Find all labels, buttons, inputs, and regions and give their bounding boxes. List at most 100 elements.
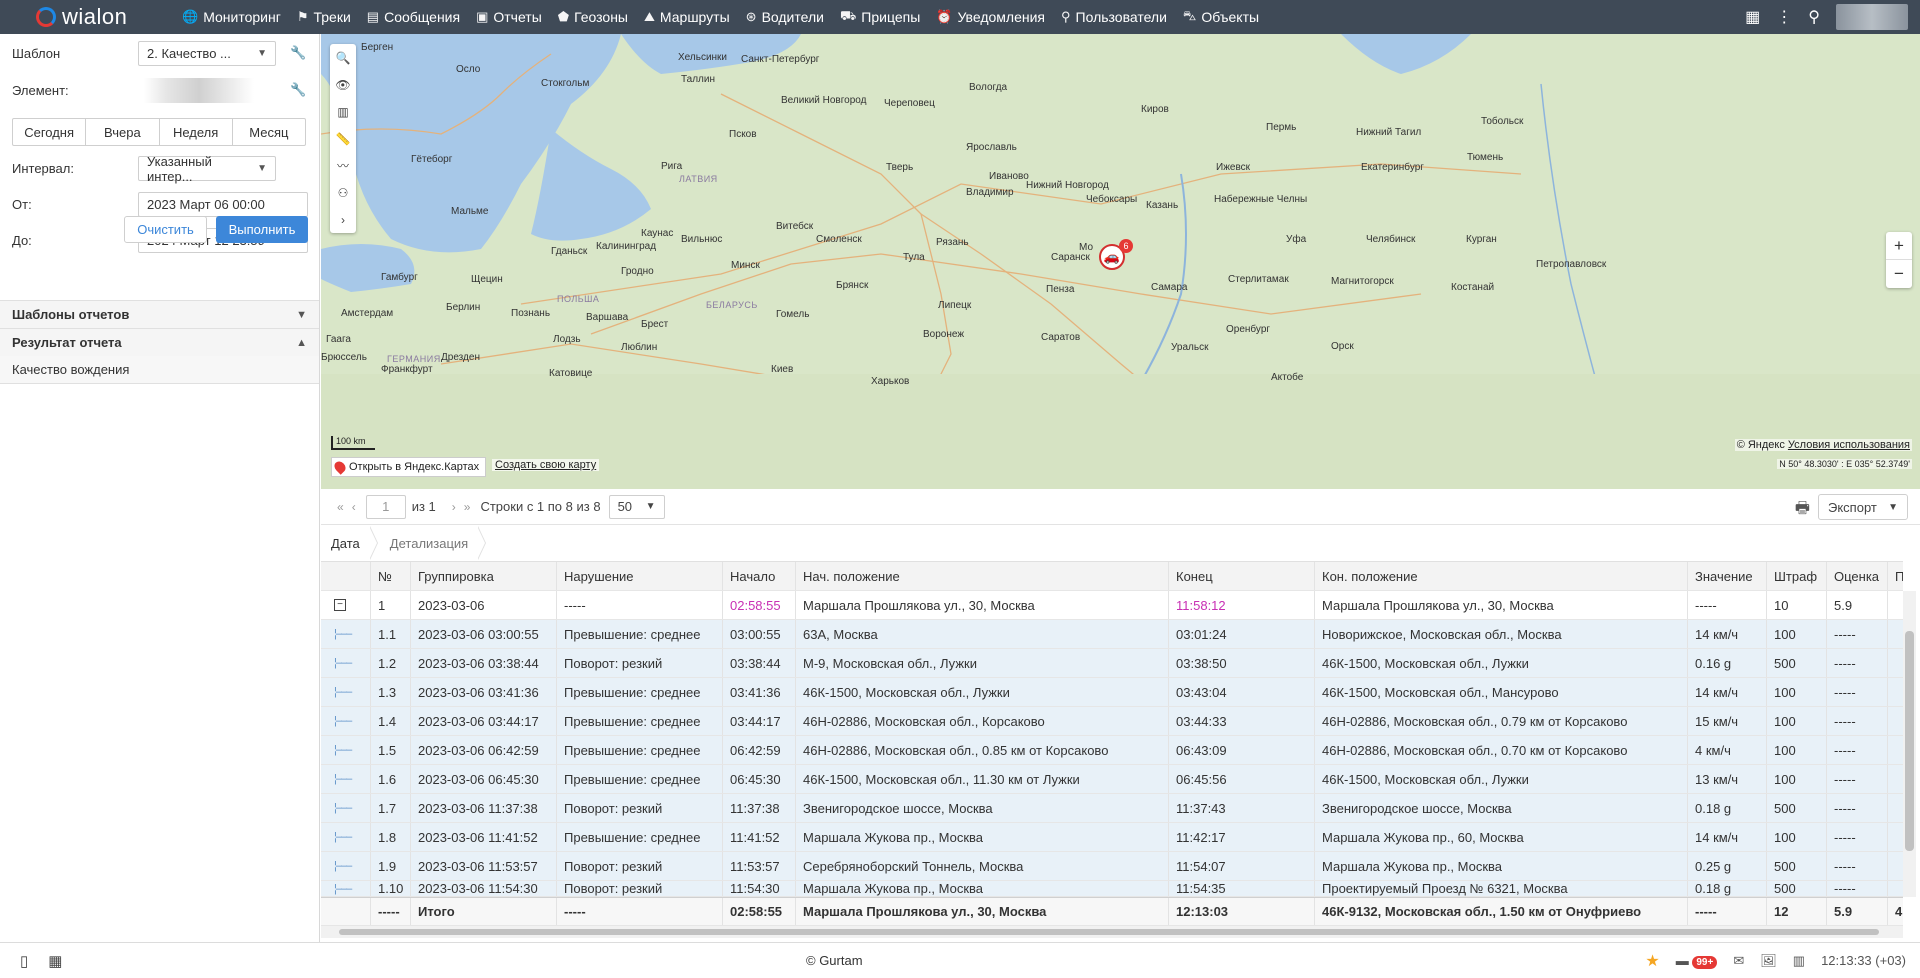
- table-row[interactable]: ¦‒‒‒ 1.10 2023-03-06 11:54:30 Поворот: резк…: [321, 881, 1903, 897]
- map-route-icon[interactable]: 〰: [330, 152, 356, 179]
- interval-row: Интервал: Указанный интер... ▼: [12, 154, 276, 184]
- mail-icon[interactable]: ✉: [1733, 953, 1744, 969]
- panel-icon[interactable]: ▥: [1793, 953, 1805, 969]
- cell-no: 1.3: [371, 678, 411, 706]
- interval-select[interactable]: Указанный интер... ▼: [138, 154, 276, 184]
- panel-toggle-icon[interactable]: ▯: [20, 952, 28, 970]
- nav-item-geofence[interactable]: ⬟ Геозоны: [551, 0, 635, 34]
- column-header[interactable]: Кон. положение: [1315, 562, 1688, 590]
- table-row[interactable]: ¦‒‒‒ 1.2 2023-03-06 03:38:44 Поворот: резки…: [321, 649, 1903, 678]
- cell-start: 03:44:17: [723, 707, 796, 735]
- period-button[interactable]: Неделя: [160, 119, 233, 145]
- cell-no: 1.5: [371, 736, 411, 764]
- next-page-icon[interactable]: ›: [448, 500, 460, 514]
- template-settings-wrench-icon[interactable]: 🔧: [290, 45, 306, 61]
- nav-item-alarm-clock[interactable]: ⏰ Уведомления: [929, 0, 1052, 34]
- last-page-icon[interactable]: »: [460, 500, 475, 514]
- column-header[interactable]: Группировка: [411, 562, 557, 590]
- column-header[interactable]: Штраф: [1767, 562, 1827, 590]
- report-templates-section[interactable]: Шаблоны отчетов ▼: [0, 300, 319, 328]
- element-blurred-value[interactable]: [144, 78, 254, 103]
- column-header[interactable]: Пр: [1888, 562, 1903, 590]
- nav-item-report[interactable]: ▣ Отчеты: [469, 0, 549, 34]
- table-row[interactable]: ¦‒‒‒ 1.5 2023-03-06 06:42:59 Превышение: ср…: [321, 736, 1903, 765]
- cell-no: 1: [371, 591, 411, 619]
- table-group-row[interactable]: −1 2023-03-06 ----- 02:58:55 Маршала Прошляк…: [321, 591, 1903, 620]
- element-settings-wrench-icon[interactable]: 🔧: [290, 82, 306, 98]
- template-select[interactable]: 2. Качество ... ▼: [138, 41, 276, 66]
- column-header[interactable]: Значение: [1688, 562, 1767, 590]
- collapse-minus-icon[interactable]: −: [334, 599, 346, 611]
- table-row[interactable]: ¦‒‒‒ 1.7 2023-03-06 11:37:38 Поворот: резки…: [321, 794, 1903, 823]
- map-distance-icon[interactable]: ⚇: [330, 179, 356, 206]
- tab-details[interactable]: Детализация: [380, 526, 487, 560]
- wialon-logo[interactable]: wialon: [0, 4, 175, 30]
- nav-item-message-list[interactable]: ▤ Сообщения: [360, 0, 467, 34]
- column-header[interactable]: [321, 562, 371, 590]
- page-number-input[interactable]: 1: [365, 494, 406, 519]
- nav-item-flag[interactable]: ⚑ Треки: [290, 0, 358, 34]
- open-in-yandex-maps-button[interactable]: Открыть в Яндекс.Картах: [331, 457, 487, 477]
- column-header[interactable]: Нач. положение: [796, 562, 1169, 590]
- scroll-thumb[interactable]: [339, 929, 1879, 935]
- table-row[interactable]: ¦‒‒‒ 1.3 2023-03-06 03:41:36 Превышение: ср…: [321, 678, 1903, 707]
- map-ruler-icon[interactable]: 📏: [330, 125, 356, 152]
- first-page-icon[interactable]: «: [333, 500, 348, 514]
- column-header[interactable]: Нарушение: [557, 562, 723, 590]
- create-your-map-link[interactable]: Создать свою карту: [492, 459, 600, 471]
- nav-item-trailer[interactable]: ⛟ Прицепы: [833, 0, 927, 34]
- nav-item-route[interactable]: ⛰ Маршруты: [637, 0, 737, 34]
- period-button[interactable]: Вчера: [86, 119, 160, 145]
- nav-item-bus[interactable]: ⛍ Объекты: [1176, 0, 1266, 34]
- cell-violation: Поворот: резкий: [557, 794, 723, 822]
- table-row[interactable]: ¦‒‒‒ 1.8 2023-03-06 11:41:52 Превышение: ср…: [321, 823, 1903, 852]
- cell-no: 1.7: [371, 794, 411, 822]
- export-dropdown[interactable]: Экспорт ▼: [1818, 494, 1908, 520]
- scroll-thumb[interactable]: [1905, 631, 1914, 851]
- terms-of-use-link[interactable]: Условия использования: [1788, 439, 1910, 451]
- rows-per-page-select[interactable]: 50 ▼: [608, 494, 665, 519]
- apps-grid-icon[interactable]: ▦: [48, 952, 62, 970]
- clear-button[interactable]: Очистить: [124, 216, 207, 243]
- cell-penalty: 10: [1767, 591, 1827, 619]
- table-row[interactable]: ¦‒‒‒ 1.4 2023-03-06 03:44:17 Превышение: ср…: [321, 707, 1903, 736]
- column-header[interactable]: №: [371, 562, 411, 590]
- nav-item-user[interactable]: ⚲ Пользователи: [1054, 0, 1174, 34]
- map-layers-icon[interactable]: ▥: [330, 98, 356, 125]
- nav-item-globe[interactable]: 🌐 Мониторинг: [175, 0, 288, 34]
- print-icon[interactable]: 🖶: [1795, 497, 1810, 524]
- table-row[interactable]: ¦‒‒‒ 1.9 2023-03-06 11:53:57 Поворот: резки…: [321, 852, 1903, 881]
- table-row[interactable]: ¦‒‒‒ 1.6 2023-03-06 06:45:30 Превышение: ср…: [321, 765, 1903, 794]
- column-header[interactable]: Начало: [723, 562, 796, 590]
- notifications-icon[interactable]: ▬ 99+: [1676, 953, 1718, 969]
- period-button[interactable]: Сегодня: [13, 119, 87, 145]
- from-date-input[interactable]: 2023 Март 06 00:00: [138, 192, 308, 217]
- image-icon[interactable]: 🖼: [1760, 953, 1777, 969]
- execute-button[interactable]: Выполнить: [216, 216, 308, 243]
- map-search-icon[interactable]: 🔍: [330, 44, 356, 71]
- from-label: От:: [12, 197, 32, 212]
- column-header[interactable]: Конец: [1169, 562, 1315, 590]
- map-expand-chevron-right-icon[interactable]: ›: [330, 206, 356, 233]
- period-button[interactable]: Месяц: [233, 119, 305, 145]
- apps-grid-icon[interactable]: ▦: [1745, 7, 1760, 27]
- cell-value: 13 км/ч: [1688, 765, 1767, 793]
- zoom-out-button[interactable]: −: [1886, 260, 1912, 288]
- column-header[interactable]: Оценка: [1827, 562, 1888, 590]
- cell-value: 15 км/ч: [1688, 707, 1767, 735]
- blurred-username[interactable]: [1836, 4, 1908, 30]
- map-view[interactable]: Берген Осло Стокгольм Хельсинки Таллин Санкт-…: [321, 34, 1920, 489]
- table-vertical-scrollbar[interactable]: [1903, 591, 1916, 897]
- more-vertical-icon[interactable]: ⋮: [1776, 7, 1792, 27]
- result-item-driving-quality[interactable]: Качество вождения: [0, 356, 319, 384]
- prev-page-icon[interactable]: ‹: [348, 500, 360, 514]
- nav-item-steering-wheel[interactable]: ⊛ Водители: [739, 0, 831, 34]
- report-result-section[interactable]: Результат отчета ▲: [0, 328, 319, 356]
- map-visibility-eye-icon[interactable]: 👁: [330, 71, 356, 98]
- tab-date[interactable]: Дата: [321, 526, 378, 560]
- user-account-icon[interactable]: ⚲: [1808, 7, 1820, 27]
- table-row[interactable]: ¦‒‒‒ 1.1 2023-03-06 03:00:55 Превышение: ср…: [321, 620, 1903, 649]
- zoom-in-button[interactable]: +: [1886, 232, 1912, 260]
- table-horizontal-scrollbar[interactable]: [321, 926, 1903, 938]
- star-icon[interactable]: ★: [1645, 951, 1659, 971]
